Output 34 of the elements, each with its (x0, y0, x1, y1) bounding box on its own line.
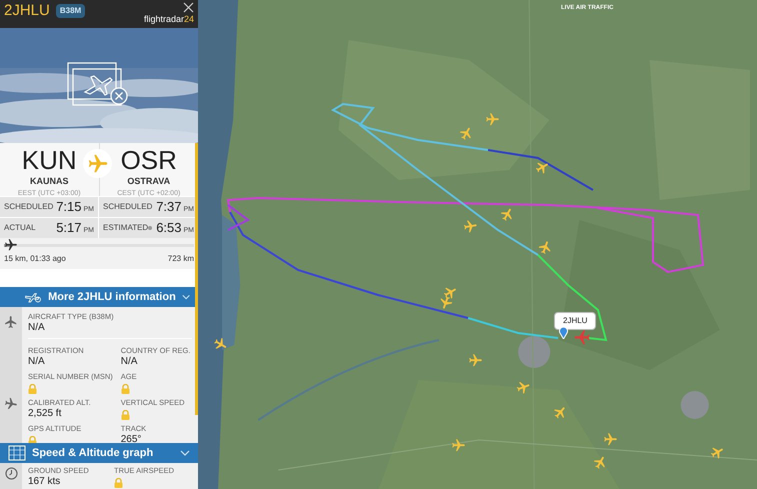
distance-flown: 15 km, 01:33 ago (4, 253, 66, 265)
close-icon[interactable] (183, 2, 194, 13)
field-value: N/A (28, 322, 45, 334)
field-value: N/A (28, 356, 45, 368)
airport-code: KUN (22, 147, 77, 173)
field-value: 167 kts (28, 476, 60, 488)
time-label: SCHEDULED (4, 201, 54, 213)
section-header[interactable]: More 2JHLU information (0, 287, 198, 307)
city-name: KAUNAS (30, 175, 68, 188)
plane-icon (4, 315, 18, 329)
scrollbar[interactable] (195, 143, 198, 415)
field-value: 265° (120, 434, 142, 446)
aircraft-type-badge: B38M (56, 4, 86, 18)
field-value: 2,525 ft (28, 408, 62, 420)
distance-remaining: 723 km (168, 253, 194, 265)
callsign: 2JHLU (4, 2, 50, 21)
time-label: SCHEDULED (103, 201, 152, 213)
logo: flightradar24 (144, 15, 194, 24)
graph-icon (8, 445, 26, 461)
clock-icon (4, 467, 18, 480)
time-label: ESTIMATED (103, 222, 148, 234)
chevron-icon (182, 294, 190, 300)
plane-icon (86, 152, 108, 174)
city-name: OSTRAVA (127, 175, 170, 188)
time-value: 7:15 (56, 198, 82, 216)
field-value: N/A (120, 356, 138, 368)
time-label: ACTUAL (4, 222, 36, 234)
time-value: 7:37 (156, 198, 182, 216)
time-value: 5:17 (56, 219, 82, 238)
section-header[interactable]: Speed & Altitude graph (0, 443, 198, 463)
time-value: 6:53 (156, 219, 182, 238)
plane-icon (4, 238, 18, 252)
airport-code: OSR (120, 147, 177, 173)
chevron-icon (180, 450, 190, 456)
